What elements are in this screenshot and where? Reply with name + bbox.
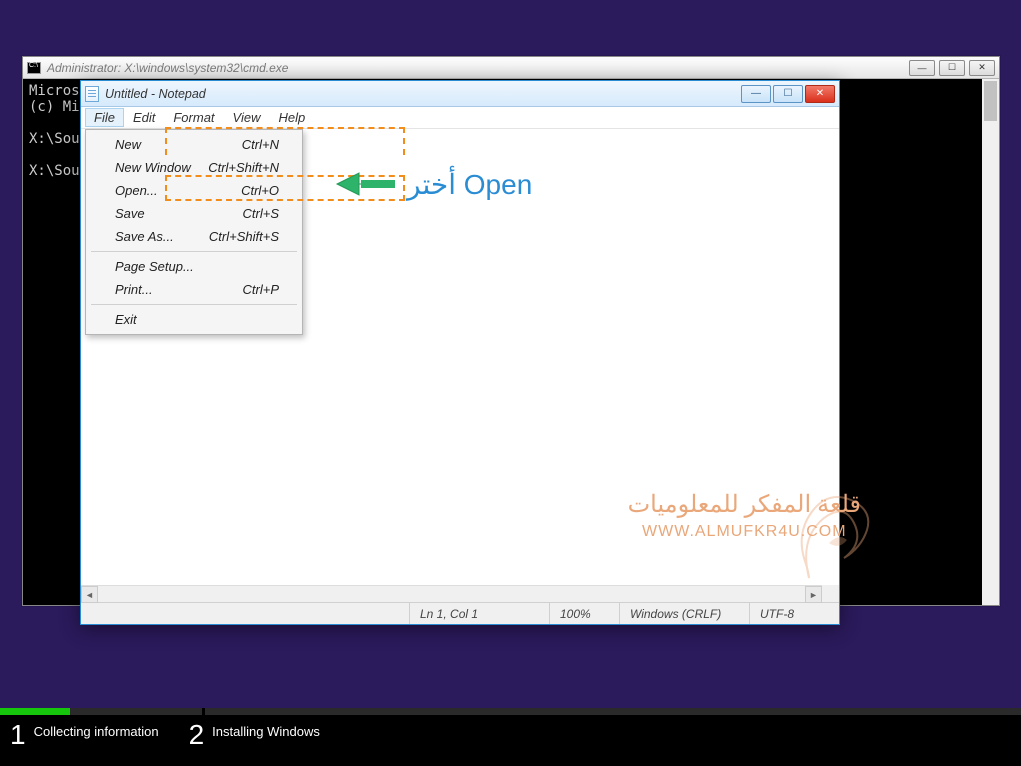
- menubar: File Edit Format View Help: [81, 107, 839, 129]
- status-zoom: 100%: [549, 603, 619, 624]
- menu-item-shortcut: Ctrl+Shift+N: [208, 160, 279, 175]
- progress-segment-complete: [0, 708, 70, 715]
- menu-item-shortcut: Ctrl+P: [243, 282, 279, 297]
- minimize-button[interactable]: —: [909, 60, 935, 76]
- annotation: أختر Open: [335, 165, 532, 203]
- menu-item-save-as[interactable]: Save As... Ctrl+Shift+S: [89, 225, 299, 248]
- scroll-right-icon[interactable]: ►: [805, 586, 822, 603]
- scroll-left-icon[interactable]: ◄: [81, 586, 98, 603]
- maximize-button[interactable]: ☐: [773, 85, 803, 103]
- cmd-window-controls: — ☐ ✕: [909, 60, 995, 76]
- setup-step-1: 1 Collecting information: [10, 721, 159, 749]
- menu-item-label: Save As...: [115, 229, 174, 244]
- menu-item-label: Save: [115, 206, 145, 221]
- menu-item-shortcut: Ctrl+S: [243, 206, 279, 221]
- arrow-left-icon: [335, 165, 395, 203]
- menu-item-shortcut: Ctrl+O: [241, 183, 279, 198]
- menu-separator: [91, 304, 297, 305]
- menu-item-label: Print...: [115, 282, 153, 297]
- notepad-titlebar[interactable]: Untitled - Notepad — ☐ ✕: [81, 81, 839, 107]
- statusbar: Ln 1, Col 1 100% Windows (CRLF) UTF-8: [81, 602, 839, 624]
- minimize-button[interactable]: —: [741, 85, 771, 103]
- progress-segment: [70, 708, 202, 715]
- menu-separator: [91, 251, 297, 252]
- menu-item-shortcut: Ctrl+Shift+S: [209, 229, 279, 244]
- step-number: 1: [10, 721, 26, 749]
- file-dropdown-menu: New Ctrl+N New Window Ctrl+Shift+N Open.…: [85, 129, 303, 335]
- status-eol: Windows (CRLF): [619, 603, 749, 624]
- status-position: Ln 1, Col 1: [409, 603, 549, 624]
- step-number: 2: [189, 721, 205, 749]
- menu-item-save[interactable]: Save Ctrl+S: [89, 202, 299, 225]
- menu-item-label: New: [115, 137, 141, 152]
- close-button[interactable]: ✕: [805, 85, 835, 103]
- progress-track: [0, 708, 1021, 715]
- menu-item-new[interactable]: New Ctrl+N: [89, 133, 299, 156]
- menu-item-label: New Window: [115, 160, 191, 175]
- menu-edit[interactable]: Edit: [124, 108, 164, 127]
- cmd-icon: [27, 62, 41, 74]
- status-encoding: UTF-8: [749, 603, 839, 624]
- notepad-title: Untitled - Notepad: [105, 87, 741, 101]
- progress-segment: [205, 708, 1021, 715]
- menu-file[interactable]: File: [85, 108, 124, 127]
- setup-steps: 1 Collecting information 2 Installing Wi…: [0, 715, 1021, 755]
- menu-format[interactable]: Format: [164, 108, 223, 127]
- menu-item-exit[interactable]: Exit: [89, 308, 299, 331]
- watermark-calligraphy-icon: [789, 488, 879, 588]
- setup-progress-bar: 1 Collecting information 2 Installing Wi…: [0, 700, 1021, 766]
- cmd-scrollbar[interactable]: [982, 79, 999, 605]
- annotation-text: أختر Open: [407, 168, 532, 201]
- menu-item-page-setup[interactable]: Page Setup...: [89, 255, 299, 278]
- cmd-title: Administrator: X:\windows\system32\cmd.e…: [47, 61, 909, 75]
- menu-item-print[interactable]: Print... Ctrl+P: [89, 278, 299, 301]
- horizontal-scrollbar[interactable]: ◄ ►: [81, 585, 822, 602]
- notepad-window-controls: — ☐ ✕: [741, 85, 835, 103]
- cmd-titlebar[interactable]: Administrator: X:\windows\system32\cmd.e…: [23, 57, 999, 79]
- step-label: Collecting information: [34, 721, 159, 749]
- notepad-window: Untitled - Notepad — ☐ ✕ File Edit Forma…: [80, 80, 840, 625]
- menu-view[interactable]: View: [224, 108, 270, 127]
- maximize-button[interactable]: ☐: [939, 60, 965, 76]
- menu-help[interactable]: Help: [269, 108, 314, 127]
- menu-item-label: Exit: [115, 312, 137, 327]
- setup-step-2: 2 Installing Windows: [189, 721, 320, 749]
- menu-item-label: Page Setup...: [115, 259, 194, 274]
- menu-item-shortcut: Ctrl+N: [242, 137, 279, 152]
- step-label: Installing Windows: [212, 721, 320, 749]
- menu-item-open[interactable]: Open... Ctrl+O: [89, 179, 299, 202]
- close-button[interactable]: ✕: [969, 60, 995, 76]
- menu-item-label: Open...: [115, 183, 158, 198]
- scrollbar-thumb[interactable]: [984, 81, 997, 121]
- notepad-icon: [85, 86, 99, 102]
- menu-item-new-window[interactable]: New Window Ctrl+Shift+N: [89, 156, 299, 179]
